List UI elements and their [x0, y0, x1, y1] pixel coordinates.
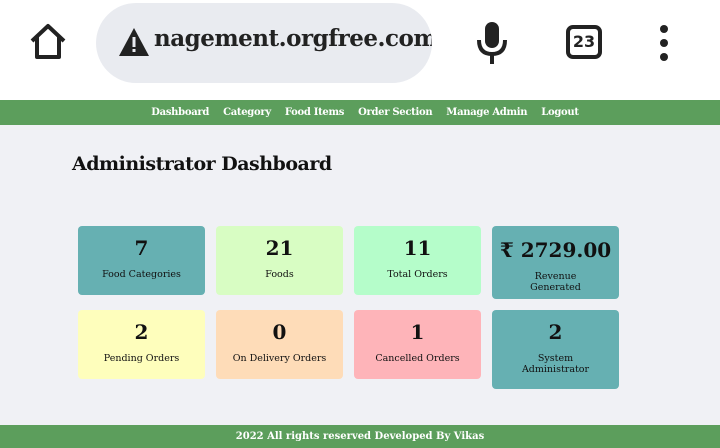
card-label: On Delivery Orders — [232, 353, 327, 364]
footer: 2022 All rights reserved Developed By Vi… — [0, 425, 720, 448]
nav-manage-admin[interactable]: Manage Admin — [446, 107, 527, 118]
card-value: 0 — [272, 320, 287, 344]
nav-food-items[interactable]: Food Items — [285, 107, 345, 118]
card-value: 21 — [265, 236, 294, 260]
url-text: nagement.orgfree.com — [154, 25, 432, 52]
card-system-administrator: 2 System Administrator — [492, 310, 619, 389]
card-value: 2 — [548, 320, 563, 344]
home-icon[interactable] — [28, 22, 68, 62]
browser-toolbar: nagement.orgfree.com 23 — [0, 0, 720, 100]
card-pending-orders: 2 Pending Orders — [78, 310, 205, 379]
card-label: Total Orders — [387, 269, 448, 280]
card-value: 7 — [134, 236, 149, 260]
address-bar[interactable]: nagement.orgfree.com — [96, 3, 432, 83]
card-food-categories: 7 Food Categories — [78, 226, 205, 295]
card-label: Pending Orders — [103, 353, 180, 364]
microphone-icon[interactable] — [474, 20, 510, 66]
main-nav: Dashboard Category Food Items Order Sect… — [0, 100, 720, 125]
card-label: Cancelled Orders — [375, 353, 460, 364]
card-value: 1 — [410, 320, 425, 344]
nav-category[interactable]: Category — [223, 107, 271, 118]
warning-icon[interactable] — [118, 27, 150, 57]
card-label: Food Categories — [102, 269, 181, 280]
page-title: Administrator Dashboard — [72, 153, 332, 175]
nav-dashboard[interactable]: Dashboard — [151, 107, 209, 118]
nav-logout[interactable]: Logout — [541, 107, 579, 118]
card-on-delivery-orders: 0 On Delivery Orders — [216, 310, 343, 379]
card-label: System Administrator — [521, 353, 590, 375]
card-cancelled-orders: 1 Cancelled Orders — [354, 310, 481, 379]
card-label: Revenue Generated — [530, 271, 581, 293]
more-options-icon[interactable] — [654, 25, 674, 61]
nav-order-section[interactable]: Order Section — [358, 107, 433, 118]
card-label: Foods — [265, 269, 294, 280]
card-value: ₹ 2729.00 — [499, 238, 612, 262]
card-value: 2 — [134, 320, 149, 344]
card-foods: 21 Foods — [216, 226, 343, 295]
tab-switcher-button[interactable]: 23 — [566, 25, 602, 59]
card-revenue: ₹ 2729.00 Revenue Generated — [492, 226, 619, 299]
card-value: 11 — [403, 236, 432, 260]
card-total-orders: 11 Total Orders — [354, 226, 481, 295]
